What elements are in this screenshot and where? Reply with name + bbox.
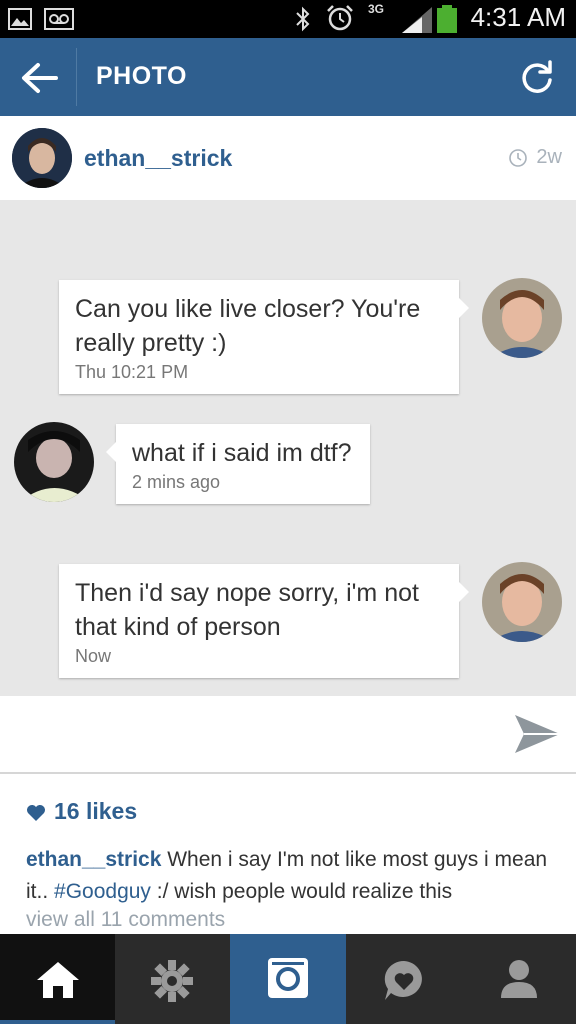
tab-home[interactable] (0, 934, 115, 1024)
chat-timestamp: Now (75, 646, 112, 666)
avatar (482, 278, 562, 358)
page-title: PHOTO (96, 62, 187, 90)
camera-icon (268, 958, 308, 998)
photo-input-row (0, 696, 576, 774)
heart-icon[interactable] (26, 804, 46, 822)
header-divider (76, 48, 77, 106)
bluetooth-icon (296, 6, 310, 32)
bottom-nav (0, 934, 576, 1024)
network-type: 3G (368, 2, 385, 16)
chat-message-text: that kind of person (75, 613, 281, 641)
back-arrow-icon[interactable] (20, 62, 60, 94)
alarm-icon (327, 5, 353, 31)
tab-camera[interactable] (230, 934, 346, 1024)
avatar (14, 422, 94, 502)
chat-bubble: what if i said im dtf? 2 mins ago (106, 424, 370, 504)
app-header: PHOTO (0, 38, 576, 116)
send-icon (515, 715, 560, 753)
signal-icon (402, 7, 432, 33)
caption-username[interactable]: ethan__strick (26, 848, 161, 871)
chat-message-text: what if i said im dtf? (132, 439, 352, 467)
likes-count[interactable]: 16 likes (54, 798, 137, 825)
tab-explore[interactable] (115, 934, 230, 1024)
post-header: ethan__strick 2w (0, 116, 576, 200)
post-caption-area: 16 likes ethan__strick When i say I'm no… (0, 774, 576, 934)
avatar (482, 562, 562, 642)
chat-message-text: Then i'd say nope sorry, i'm not (75, 579, 419, 607)
view-all-comments-link[interactable]: view all 11 comments (26, 908, 225, 932)
post-username[interactable]: ethan__strick (84, 145, 232, 172)
chat-bubble: Can you like live closer? You're really … (59, 280, 469, 394)
explore-icon (151, 960, 193, 1002)
caption-body-end: :/ wish people would realize this (150, 880, 453, 903)
image-icon (8, 8, 32, 30)
voicemail-icon (44, 8, 74, 30)
chat-timestamp: 2 mins ago (132, 472, 221, 492)
caption-hashtag[interactable]: #Goodguy (54, 880, 151, 903)
photo-chat-area[interactable]: Can you like live closer? You're really … (0, 200, 576, 696)
status-time: 4:31 AM (470, 2, 566, 32)
chat-timestamp: Thu 10:21 PM (75, 362, 189, 382)
profile-icon (501, 960, 537, 998)
post-age: 2w (536, 146, 562, 168)
status-bar: 3G 4:31 AM (0, 0, 576, 38)
tab-profile[interactable] (461, 934, 576, 1024)
chat-message-text: Can you like live closer? You're (75, 295, 421, 323)
clock-icon (509, 149, 527, 167)
refresh-icon[interactable] (518, 58, 556, 96)
caption-text: ethan__strick When i say I'm not like mo… (26, 844, 556, 908)
chat-bubble: Then i'd say nope sorry, i'm not that ki… (59, 564, 469, 678)
activity-icon (384, 960, 422, 1000)
tab-activity[interactable] (346, 934, 461, 1024)
chat-message-text: really pretty :) (75, 329, 227, 357)
battery-icon (437, 5, 457, 33)
home-icon (37, 962, 79, 998)
avatar[interactable] (12, 128, 72, 188)
